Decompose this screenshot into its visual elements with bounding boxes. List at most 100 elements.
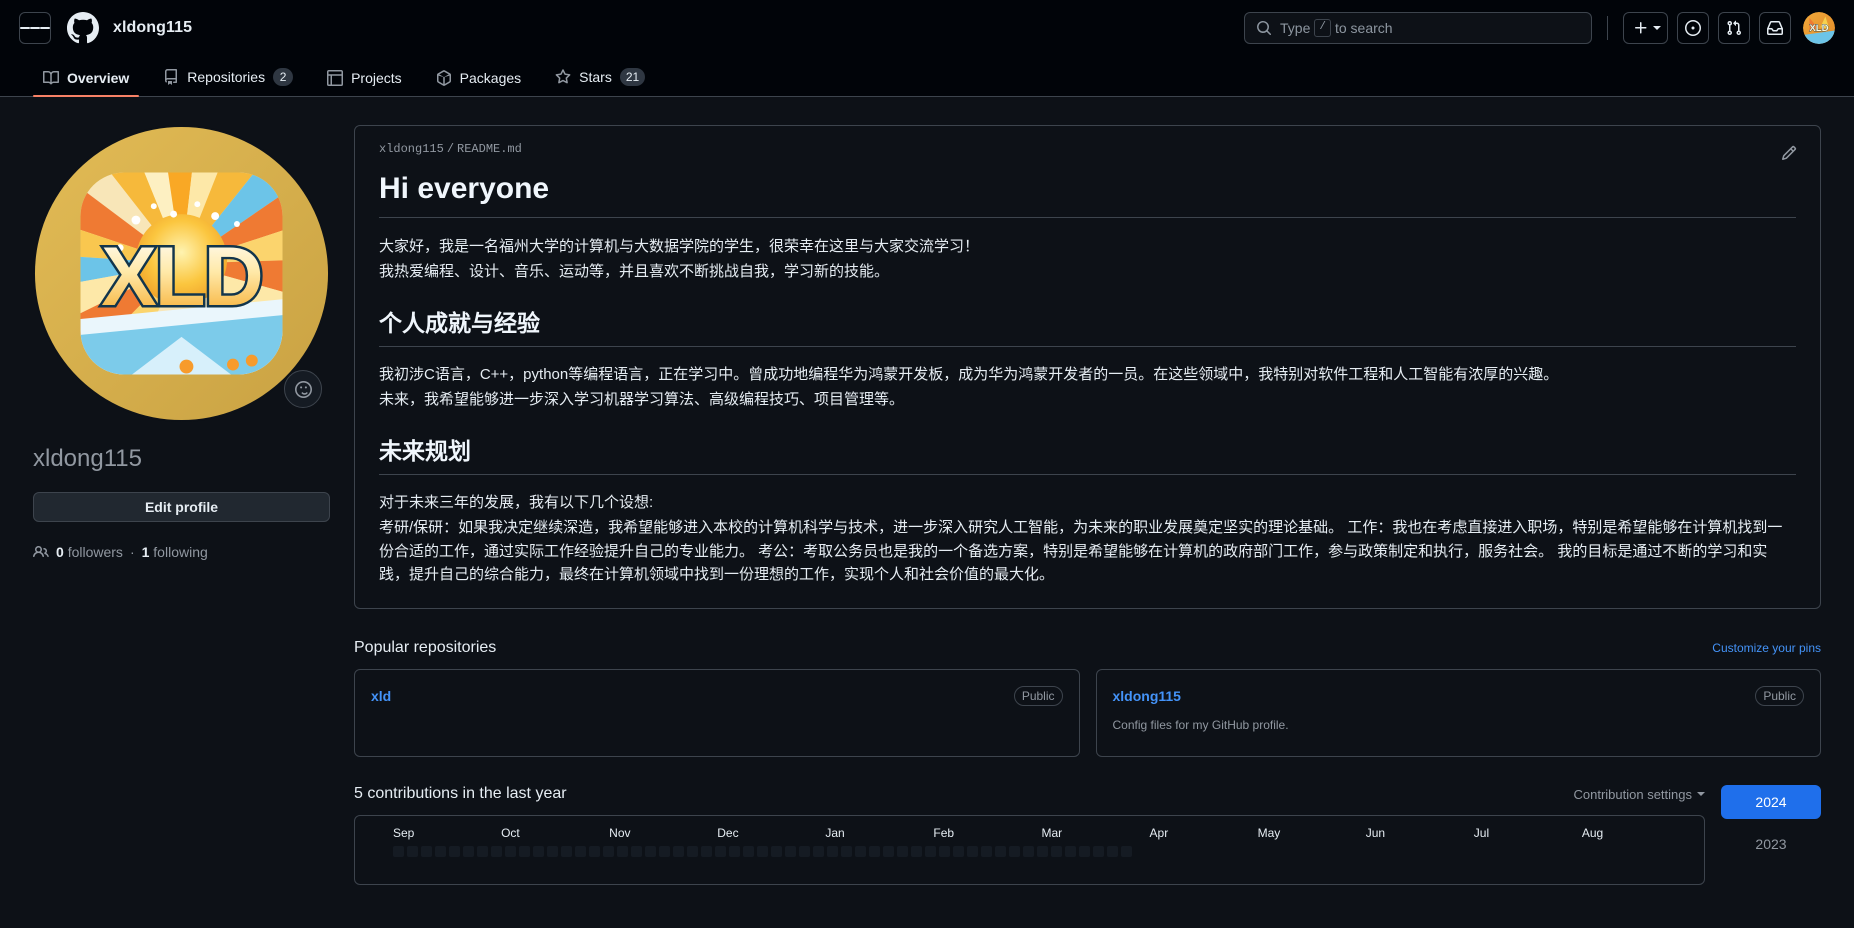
repo-card[interactable]: xldong115 Public Config files for my Git…: [1095, 669, 1821, 757]
contribution-cell[interactable]: [575, 846, 586, 857]
tab-stars-label: Stars: [579, 69, 612, 85]
contribution-cell[interactable]: [981, 846, 992, 857]
contribution-cell[interactable]: [435, 846, 446, 857]
contribution-cell[interactable]: [771, 846, 782, 857]
readme-heading-future: 未来规划: [379, 437, 1796, 475]
notifications-inbox-button[interactable]: [1759, 12, 1791, 44]
header-avatar[interactable]: XLD: [1803, 12, 1835, 44]
contribution-cell[interactable]: [939, 846, 950, 857]
tab-overview[interactable]: Overview: [33, 70, 140, 97]
contribution-cell[interactable]: [925, 846, 936, 857]
contribution-cell[interactable]: [1079, 846, 1090, 857]
contribution-cell[interactable]: [967, 846, 978, 857]
contribution-cell[interactable]: [393, 846, 404, 857]
contribution-cell[interactable]: [813, 846, 824, 857]
contribution-cell[interactable]: [463, 846, 474, 857]
followers-link[interactable]: 0 followers: [56, 544, 123, 560]
contribution-cell[interactable]: [911, 846, 922, 857]
contribution-cell[interactable]: [841, 846, 852, 857]
set-status-button[interactable]: [284, 370, 322, 408]
month-label: Sep: [393, 826, 415, 840]
contribution-cell[interactable]: [1009, 846, 1020, 857]
contribution-cell[interactable]: [729, 846, 740, 857]
contribution-cell[interactable]: [827, 846, 838, 857]
contribution-cell[interactable]: [995, 846, 1006, 857]
contribution-cell[interactable]: [533, 846, 544, 857]
tab-projects[interactable]: Projects: [317, 70, 412, 96]
profile-avatar-container: XLD: [33, 125, 330, 422]
contribution-cell[interactable]: [617, 846, 628, 857]
contribution-cell[interactable]: [1121, 846, 1132, 857]
tab-repositories[interactable]: Repositories 2: [153, 68, 303, 96]
contribution-cell[interactable]: [449, 846, 460, 857]
month-label: Oct: [501, 826, 520, 840]
contribution-cell[interactable]: [743, 846, 754, 857]
followers-count: 0: [56, 544, 64, 560]
readme-filename[interactable]: README.md: [457, 142, 522, 156]
contribution-cell[interactable]: [757, 846, 768, 857]
search-input[interactable]: Type / to search: [1244, 12, 1592, 44]
contribution-cell[interactable]: [631, 846, 642, 857]
search-ph-post: to search: [1334, 20, 1393, 36]
contribution-cell[interactable]: [659, 846, 670, 857]
edit-profile-button[interactable]: Edit profile: [33, 492, 330, 522]
contribution-cell[interactable]: [407, 846, 418, 857]
contribution-cell[interactable]: [855, 846, 866, 857]
month-label: Jun: [1365, 826, 1386, 840]
tab-packages-label: Packages: [459, 70, 522, 86]
profile-avatar-image[interactable]: XLD: [33, 125, 330, 422]
chevron-down-icon: [1653, 26, 1661, 30]
contribution-cell[interactable]: [799, 846, 810, 857]
year-button[interactable]: 2023: [1721, 827, 1821, 861]
readme-achievements-line-2: 未来，我希望能够进一步深入学习机器学习算法、高级编程技巧、项目管理等。: [379, 391, 905, 408]
contribution-cell[interactable]: [477, 846, 488, 857]
contribution-cell[interactable]: [715, 846, 726, 857]
issue-opened-icon: [1685, 20, 1701, 36]
profile-nav-tabs: Overview Repositories 2 Projects Package…: [0, 56, 1854, 97]
header-owner-name[interactable]: xldong115: [113, 19, 192, 37]
contribution-cell[interactable]: [561, 846, 572, 857]
create-new-button[interactable]: [1623, 12, 1668, 44]
contribution-cell[interactable]: [421, 846, 432, 857]
contribution-cell[interactable]: [687, 846, 698, 857]
contribution-cell[interactable]: [673, 846, 684, 857]
issues-button[interactable]: [1677, 12, 1709, 44]
contribution-cell[interactable]: [883, 846, 894, 857]
readme-owner[interactable]: xldong115: [379, 142, 444, 156]
contribution-settings-button[interactable]: Contribution settings: [1573, 787, 1705, 802]
contribution-cell[interactable]: [1093, 846, 1104, 857]
contribution-cell[interactable]: [547, 846, 558, 857]
pull-requests-button[interactable]: [1718, 12, 1750, 44]
customize-pins-link[interactable]: Customize your pins: [1712, 641, 1821, 655]
contribution-cell[interactable]: [701, 846, 712, 857]
repo-name-link[interactable]: xldong115: [1113, 688, 1181, 704]
year-button-selected[interactable]: 2024: [1721, 785, 1821, 819]
contribution-cell[interactable]: [953, 846, 964, 857]
readme-future-line-1: 对于未来三年的发展，我有以下几个设想:: [379, 494, 654, 511]
repo-name-link[interactable]: xld: [371, 688, 391, 704]
contribution-cell[interactable]: [645, 846, 656, 857]
edit-readme-button[interactable]: [1776, 140, 1802, 166]
contribution-cell[interactable]: [1023, 846, 1034, 857]
contribution-cell[interactable]: [897, 846, 908, 857]
contribution-cell[interactable]: [1051, 846, 1062, 857]
tab-packages[interactable]: Packages: [426, 70, 531, 96]
contribution-cell[interactable]: [1037, 846, 1048, 857]
contribution-cell[interactable]: [505, 846, 516, 857]
hamburger-bar: [40, 27, 50, 29]
contribution-cell[interactable]: [1107, 846, 1118, 857]
tab-stars[interactable]: Stars 21: [545, 68, 655, 96]
contribution-cell[interactable]: [785, 846, 796, 857]
repo-card-header: xldong115 Public: [1113, 686, 1804, 706]
contribution-cell[interactable]: [1065, 846, 1076, 857]
following-link[interactable]: 1 following: [142, 544, 208, 560]
github-logo-icon[interactable]: [67, 12, 99, 44]
hamburger-menu-icon[interactable]: [19, 12, 51, 44]
contribution-cell[interactable]: [589, 846, 600, 857]
month-label: Mar: [1041, 826, 1063, 840]
contribution-cell[interactable]: [519, 846, 530, 857]
contribution-cell[interactable]: [603, 846, 614, 857]
contribution-cell[interactable]: [869, 846, 880, 857]
contribution-cell[interactable]: [491, 846, 502, 857]
repo-card[interactable]: xld Public: [354, 669, 1080, 757]
